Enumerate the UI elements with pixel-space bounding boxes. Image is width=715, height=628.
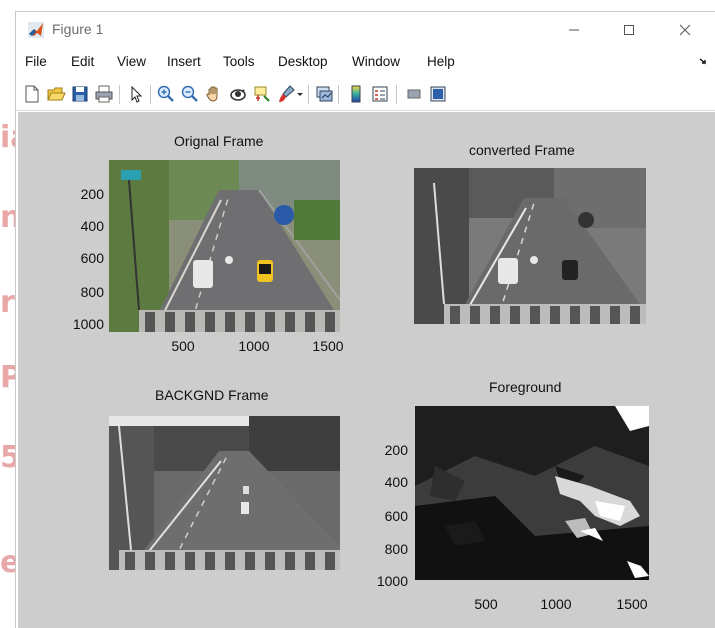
menu-insert[interactable]: Insert — [167, 54, 201, 69]
brush-icon[interactable] — [276, 84, 296, 104]
plot-title-background: BACKGND Frame — [155, 387, 269, 403]
matlab-logo-icon — [28, 22, 44, 38]
y-tick: 600 — [80, 250, 104, 266]
title-bar[interactable]: Figure 1 — [16, 12, 715, 48]
background-frame-image — [109, 416, 340, 570]
maximize-icon — [624, 25, 634, 35]
maximize-button[interactable] — [616, 18, 642, 42]
plot-title-foreground: Foreground — [489, 379, 562, 395]
y-tick: 800 — [80, 284, 104, 300]
window-title: Figure 1 — [52, 21, 104, 37]
pan-hand-icon[interactable] — [204, 84, 224, 104]
brush-dropdown-icon[interactable] — [296, 84, 304, 104]
link-plot-icon[interactable] — [314, 84, 334, 104]
y-tick: 400 — [80, 218, 104, 234]
data-cursor-icon[interactable] — [252, 84, 272, 104]
insert-legend-icon[interactable] — [370, 84, 390, 104]
toolbar-separator — [396, 85, 397, 104]
converted-frame-image — [414, 168, 646, 324]
x-tick: 500 — [474, 596, 498, 612]
rotate-3d-icon[interactable] — [228, 84, 248, 104]
toolbar-separator — [338, 85, 339, 104]
menu-file[interactable]: File — [25, 54, 47, 69]
toolbar-separator — [150, 85, 151, 104]
select-arrow-icon[interactable] — [126, 84, 146, 104]
minimize-button[interactable] — [561, 18, 587, 42]
open-file-icon[interactable] — [46, 84, 66, 104]
plot-title-original: Orignal Frame — [174, 133, 264, 149]
zoom-out-icon[interactable] — [180, 84, 200, 104]
y-tick: 1000 — [72, 316, 104, 332]
y-tick: 600 — [384, 508, 408, 524]
x-tick: 1000 — [238, 338, 270, 354]
y-tick: 200 — [80, 186, 104, 202]
x-tick: 1000 — [540, 596, 572, 612]
print-icon[interactable] — [94, 84, 114, 104]
hide-plot-tools-icon[interactable] — [404, 84, 424, 104]
y-tick: 800 — [384, 541, 408, 557]
x-tick: 1500 — [312, 338, 344, 354]
minimize-icon — [569, 29, 579, 31]
figure-toolbar — [16, 78, 715, 111]
menu-help[interactable]: Help — [427, 54, 455, 69]
y-tick: 400 — [384, 474, 408, 490]
x-tick: 1500 — [616, 596, 648, 612]
menu-overflow-icon[interactable] — [699, 58, 707, 66]
show-plot-tools-icon[interactable] — [428, 84, 448, 104]
close-icon — [679, 24, 691, 36]
original-frame-image — [109, 160, 340, 332]
menu-edit[interactable]: Edit — [71, 54, 94, 69]
close-button[interactable] — [672, 18, 698, 42]
menu-view[interactable]: View — [117, 54, 146, 69]
insert-colorbar-icon[interactable] — [346, 84, 366, 104]
save-icon[interactable] — [70, 84, 90, 104]
x-tick: 500 — [171, 338, 195, 354]
zoom-in-icon[interactable] — [156, 84, 176, 104]
new-figure-icon[interactable] — [22, 84, 42, 104]
y-tick: 200 — [384, 442, 408, 458]
menu-bar: File Edit View Insert Tools Desktop Wind… — [16, 50, 715, 74]
figure-window: Figure 1 File Edit View Insert Tools Des… — [16, 12, 715, 628]
foreground-mask-image — [415, 406, 649, 580]
menu-window[interactable]: Window — [352, 54, 400, 69]
y-tick: 1000 — [376, 573, 408, 589]
figure-canvas[interactable]: Orignal Frame 200 400 600 800 1000 500 1… — [18, 112, 715, 628]
plot-title-converted: converted Frame — [469, 142, 575, 158]
toolbar-separator — [308, 85, 309, 104]
menu-desktop[interactable]: Desktop — [278, 54, 328, 69]
toolbar-separator — [119, 85, 120, 104]
menu-tools[interactable]: Tools — [223, 54, 255, 69]
